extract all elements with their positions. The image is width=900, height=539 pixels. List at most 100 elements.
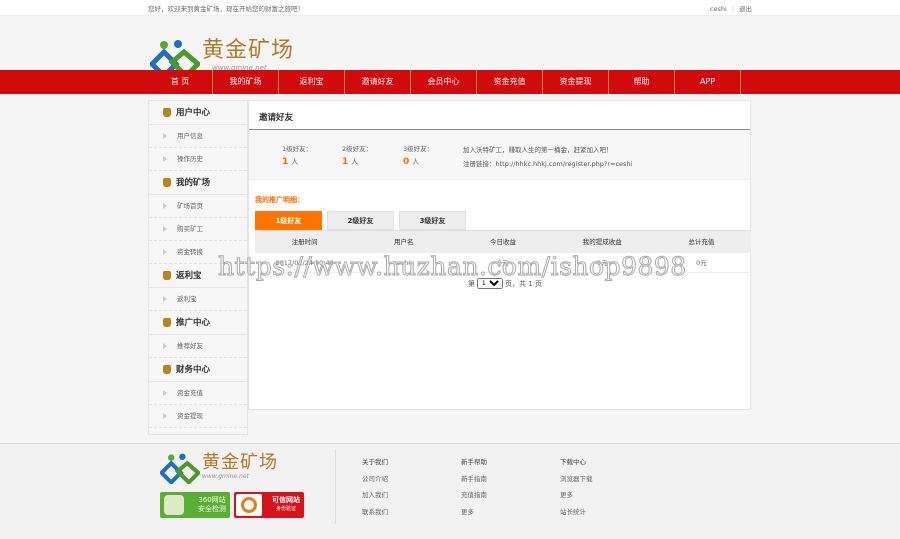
- welcome-text: 您好，欢迎来到黄金矿场，现在开始您的财富之旅吧！: [148, 4, 304, 13]
- trust-icon: [236, 494, 262, 516]
- col-header: 总计充值: [688, 238, 715, 246]
- sidebar: 用户中心 用户信息 操作历史 我的矿场 矿场首页 购买矿工 资金转换 返利宝 返…: [148, 100, 248, 435]
- section-title: 我的矿场: [176, 177, 211, 188]
- footer-logo: 黄金矿场 www.gmine.net: [160, 452, 278, 484]
- table-header: 注册时间 用户名 今日收益 我的提成收益 总计充值: [255, 230, 751, 253]
- item-label: 购买矿工: [177, 224, 203, 233]
- sidebar-section-user: 用户中心: [149, 101, 247, 125]
- slogan: 加入沃特矿工，赚取人生的第一桶金，赶紧加入吧！: [463, 146, 613, 154]
- footer-link[interactable]: 联系我们: [362, 504, 388, 521]
- sidebar-section-rebate: 返利宝: [149, 264, 247, 288]
- top-bar: 您好，欢迎来到黄金矿场，现在开始您的财富之旅吧！ ceshi | 退出: [0, 0, 900, 16]
- badge-trusted[interactable]: 可信网站 身份验证: [234, 492, 304, 518]
- arrow-icon: [163, 133, 167, 139]
- sidebar-section-promo: 推广中心: [149, 311, 247, 335]
- nav-home[interactable]: 首 页: [148, 70, 213, 94]
- friend-stats: 1级好友： 1 人 2级好友： 1 人 3级好友： 0 人 加入沃特矿工，赚取人生的第一桶金…: [249, 130, 750, 180]
- arrow-icon: [163, 203, 167, 209]
- footer-link[interactable]: 加入我们: [362, 487, 388, 504]
- pager-text: 第: [468, 279, 475, 288]
- pagination: 第 1 页，共 1 页: [468, 278, 542, 289]
- stat-level3: 3级好友： 0 人: [403, 145, 434, 167]
- invite-info: 加入沃特矿工，赚取人生的第一桶金，赶紧加入吧！ 注册链接：http://hhkc…: [463, 143, 632, 171]
- sidebar-section-finance: 财务中心: [149, 358, 247, 382]
- separator: |: [731, 4, 734, 13]
- cell: 0元: [497, 259, 509, 267]
- divider: [335, 449, 336, 524]
- sidebar-item-withdraw[interactable]: 资金提现: [149, 405, 247, 428]
- tab-level3[interactable]: 3级好友: [399, 211, 466, 230]
- nav-rebate[interactable]: 返利宝: [279, 70, 345, 94]
- tab-level1[interactable]: 1级好友: [255, 211, 322, 230]
- money-bag-icon: [163, 178, 171, 187]
- main-nav: 首 页 我的矿场 返利宝 邀请好友 会员中心 资金充值 资金提现 帮助 APP: [0, 70, 900, 94]
- cell: ceshia: [393, 259, 415, 267]
- col-header: 我的提成收益: [582, 238, 622, 246]
- nav-member[interactable]: 会员中心: [411, 70, 477, 94]
- sidebar-section-mine: 我的矿场: [149, 171, 247, 195]
- sidebar-item-rebate[interactable]: 返利宝: [149, 288, 247, 311]
- sidebar-item-mine-home[interactable]: 矿场首页: [149, 195, 247, 218]
- col-header: 注册时间: [291, 238, 318, 246]
- logo-url: www.gmine.net: [202, 473, 249, 480]
- footer-link[interactable]: 新手指南: [461, 471, 487, 488]
- arrow-icon: [163, 296, 167, 302]
- arrow-icon: [163, 343, 167, 349]
- section-title: 返利宝: [176, 270, 202, 281]
- sidebar-item-refer[interactable]: 推荐好友: [149, 335, 247, 358]
- cell: 2017/02/24 10:49: [275, 259, 334, 267]
- footer-link[interactable]: 关于我们: [362, 454, 388, 471]
- tab-level2[interactable]: 2级好友: [327, 211, 394, 230]
- logo-icon: [160, 453, 200, 484]
- item-label: 资金提现: [177, 411, 203, 420]
- footer-col-download: 下载中心 浏览器下载 更多 站长统计: [560, 454, 593, 520]
- logo-text: 黄金矿场: [202, 38, 295, 63]
- footer-link[interactable]: 下载中心: [560, 454, 593, 471]
- stat-level2: 2级好友： 1 人: [342, 145, 373, 167]
- item-label: 操作历史: [177, 154, 203, 163]
- sidebar-item-deposit[interactable]: 资金充值: [149, 382, 247, 405]
- register-link[interactable]: 注册链接：http://hhkc.hhkj.com/register.php?r…: [463, 157, 632, 171]
- sidebar-item-buy-miner[interactable]: 购买矿工: [149, 218, 247, 241]
- money-bag-icon: [163, 318, 171, 327]
- pager-total: 1: [528, 279, 533, 288]
- section-title: 推广中心: [176, 317, 211, 328]
- nav-help[interactable]: 帮助: [609, 70, 675, 94]
- main-panel: 邀请好友 1级好友： 1 人 2级好友： 1 人 3级好友： 0 人 加入沃特矿工，赚取人生…: [248, 100, 751, 410]
- section-title: 用户中心: [176, 107, 211, 118]
- page-title: 邀请好友: [249, 101, 750, 130]
- pager-text: 页，共: [505, 279, 526, 288]
- pager-text: 页: [534, 279, 542, 288]
- nav-deposit[interactable]: 资金充值: [477, 70, 543, 94]
- footer-link[interactable]: 浏览器下载: [560, 471, 593, 488]
- nav-my-mine[interactable]: 我的矿场: [213, 70, 279, 94]
- item-label: 推荐好友: [177, 341, 203, 350]
- footer-col-about: 关于我们 公司介绍 加入我们 联系我们: [362, 454, 388, 520]
- page-select[interactable]: 1: [477, 278, 503, 289]
- sidebar-item-history[interactable]: 操作历史: [149, 148, 247, 171]
- footer-link[interactable]: 新手帮助: [461, 454, 487, 471]
- item-label: 用户信息: [177, 131, 203, 140]
- table-row: 2017/02/24 10:49 ceshia 0元 0元 0元: [255, 253, 751, 273]
- sidebar-item-user-info[interactable]: 用户信息: [149, 125, 247, 148]
- footer-link[interactable]: 公司介绍: [362, 471, 388, 488]
- header: 黄金矿场 www.gmine.net: [0, 16, 900, 78]
- nav-app[interactable]: APP: [675, 70, 741, 94]
- footer-link[interactable]: 充值指南: [461, 487, 487, 504]
- item-label: 矿场首页: [177, 201, 203, 210]
- footer: 黄金矿场 www.gmine.net 360网站 安全检测 可信网站 身份验证 关于…: [0, 443, 900, 539]
- arrow-icon: [163, 249, 167, 255]
- money-bag-icon: [163, 271, 171, 280]
- item-label: 资金充值: [177, 388, 203, 397]
- footer-link[interactable]: 站长统计: [560, 504, 593, 521]
- sidebar-item-fund-convert[interactable]: 资金转换: [149, 241, 247, 264]
- col-header: 今日收益: [490, 238, 516, 246]
- nav-withdraw[interactable]: 资金提现: [543, 70, 609, 94]
- footer-link[interactable]: 更多: [461, 504, 487, 521]
- badge-360[interactable]: 360网站 安全检测: [160, 492, 230, 518]
- logout-link[interactable]: 退出: [739, 5, 752, 13]
- nav-invite[interactable]: 邀请好友: [345, 70, 411, 94]
- username-link[interactable]: ceshi: [710, 5, 727, 13]
- cell: 0元: [696, 259, 707, 267]
- footer-link[interactable]: 更多: [560, 487, 593, 504]
